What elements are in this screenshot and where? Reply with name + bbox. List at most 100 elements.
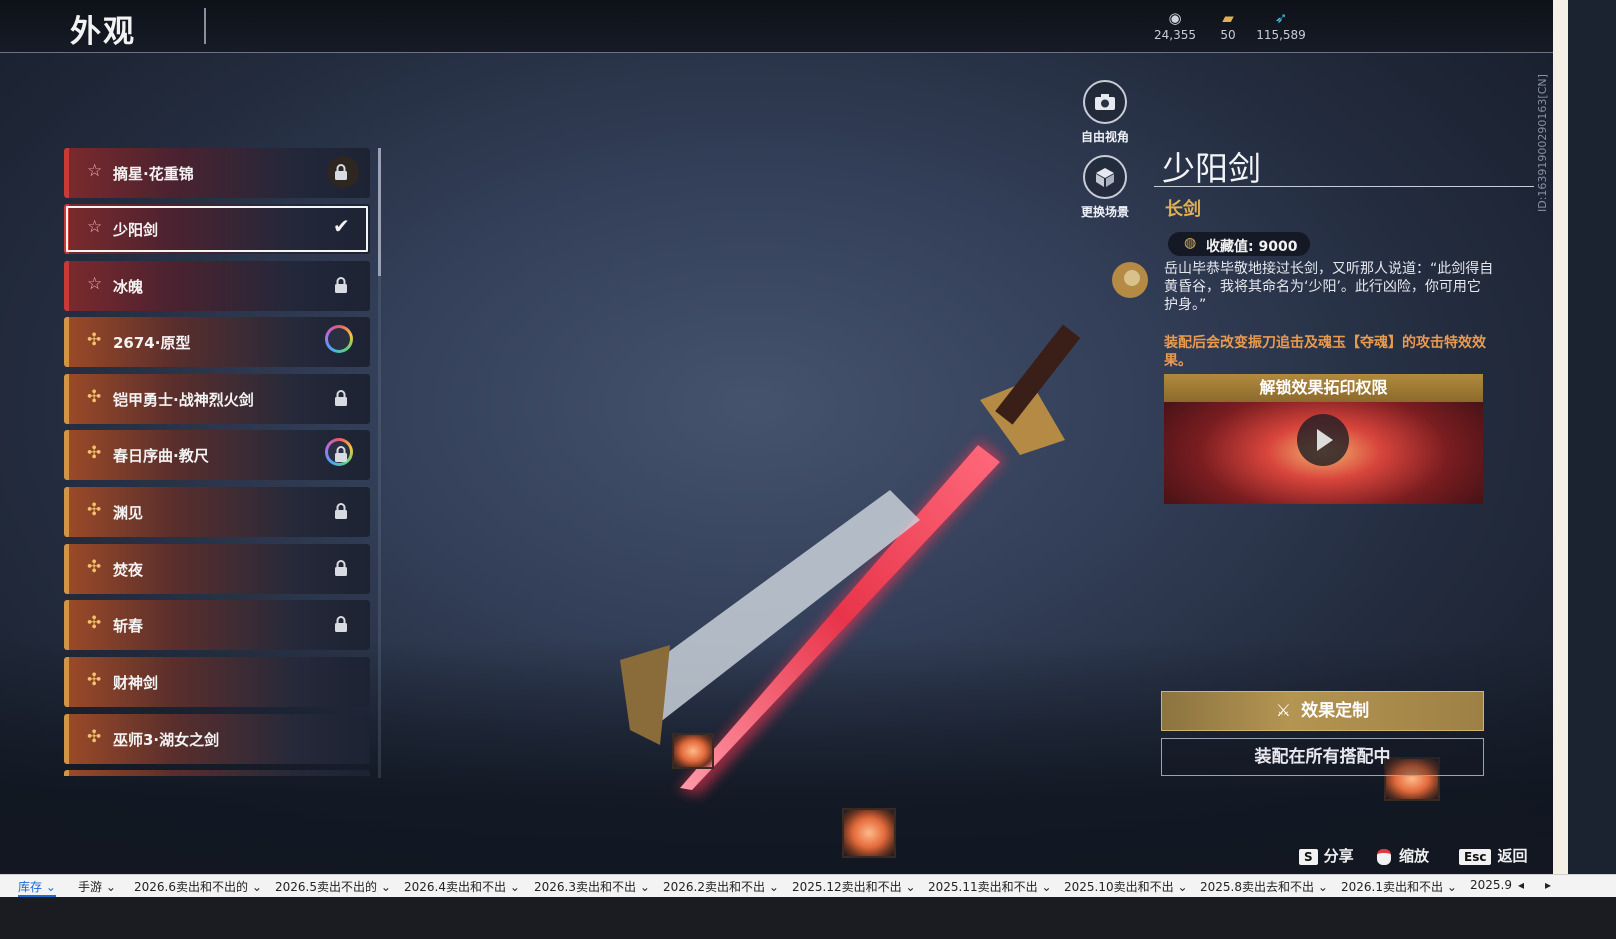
star-icon: ☆: [87, 274, 103, 294]
collection-value-badge: ◍ 收藏值: 9000: [1168, 232, 1310, 256]
currency-value: 50: [1220, 28, 1236, 42]
list-item[interactable]: ✣ 巫师3·湖女之剑: [64, 714, 370, 764]
cross-star-icon: ✣: [87, 557, 102, 577]
list-item-label: 渊见: [113, 504, 144, 522]
currency-feather: ➶ 115,589: [1256, 8, 1306, 42]
star-icon: ☆: [87, 161, 103, 181]
list-item-label: 铠甲勇士·战神烈火剑: [113, 391, 254, 409]
cross-star-icon: ✣: [87, 727, 102, 747]
back-hotkey[interactable]: Esc 返回: [1459, 845, 1527, 866]
list-item[interactable]: ✣ 焚夜: [64, 544, 370, 594]
cube-icon: [1083, 155, 1127, 199]
free-view-button[interactable]: 自由视角: [1075, 80, 1135, 145]
sheet-tab[interactable]: 2026.2卖出和不出 ⌄: [663, 878, 779, 895]
currency-coin: ◉ 24,355: [1152, 8, 1198, 42]
sheet-tab[interactable]: 2025.9: [1470, 878, 1512, 892]
item-name: 少阳剑: [1162, 149, 1261, 188]
name-divider: [1154, 186, 1534, 187]
change-scene-button[interactable]: 更换场景: [1075, 155, 1135, 220]
sword-illustration: [620, 262, 1148, 795]
background-window-strip: [1553, 0, 1568, 900]
list-item[interactable]: ✣ 2674·原型: [64, 317, 370, 367]
sheet-tab[interactable]: 2025.11卖出和不出 ⌄: [928, 878, 1052, 895]
page-title: 外观: [70, 14, 136, 50]
lock-icon: [335, 560, 347, 576]
effect-custom-label: 效果定制: [1301, 701, 1370, 721]
coin-icon: ◉: [1168, 9, 1182, 27]
item-type: 长剑: [1165, 199, 1201, 220]
sheet-tab[interactable]: 2025.12卖出和不出 ⌄: [792, 878, 916, 895]
hotkey-label: 返回: [1497, 847, 1528, 865]
lock-icon: [335, 446, 347, 462]
effect-custom-button[interactable]: ⚔ 效果定制: [1161, 691, 1484, 731]
list-item[interactable]: ☆ 冰魄: [64, 261, 370, 311]
sheet-tab[interactable]: 2025.10卖出和不出 ⌄: [1064, 878, 1188, 895]
list-item-partial[interactable]: [64, 770, 370, 776]
list-item-label: 少阳剑: [113, 221, 159, 239]
list-item[interactable]: ✣ 铠甲勇士·战神烈火剑: [64, 374, 370, 424]
list-scrollbar[interactable]: [378, 148, 381, 276]
sheet-tab[interactable]: 2026.5卖出不出的 ⌄: [275, 878, 391, 895]
key-cap: S: [1299, 849, 1318, 865]
share-hotkey[interactable]: S 分享: [1299, 845, 1354, 866]
sheet-tab[interactable]: 手游 ⌄: [78, 878, 116, 895]
list-item[interactable]: ☆ 摘星·花重锦: [64, 148, 370, 198]
sheet-tab[interactable]: 2026.6卖出和不出的 ⌄: [134, 878, 262, 895]
hotkey-label: 分享: [1323, 847, 1354, 865]
sheet-tab[interactable]: 2026.1卖出和不出 ⌄: [1341, 878, 1457, 895]
play-icon[interactable]: [1297, 414, 1349, 466]
mouse-icon: [1377, 848, 1391, 865]
cross-star-icon: ✣: [87, 443, 102, 463]
wand-icon: ⚔: [1275, 701, 1292, 721]
sheet-tab[interactable]: 库存 ⌄: [18, 878, 56, 897]
item-description: 岳山毕恭毕敬地接过长剑，又听那人说道：“此剑得自黄昏谷，我将其命名为‘少阳’。此…: [1164, 261, 1494, 313]
check-icon: ✔: [333, 214, 350, 238]
appearance-list: ☆ 摘星·花重锦 ☆ 少阳剑 ✔ ☆ 冰魄 ✣ 2674·原型 ✣ 铠甲勇士·战…: [64, 146, 374, 776]
list-item-label: 摘星·花重锦: [113, 165, 194, 183]
list-item[interactable]: ✣ 春日序曲·教尺: [64, 430, 370, 480]
camera-icon: [1083, 80, 1127, 124]
rainbow-ring-icon: [325, 325, 353, 353]
sheet-tab-bar: 库存 ⌄ 手游 ⌄ 2026.6卖出和不出的 ⌄ 2026.5卖出不出的 ⌄ 2…: [0, 874, 1616, 897]
effect-preview-video[interactable]: 解锁效果拓印权限: [1164, 374, 1483, 504]
list-item[interactable]: ✣ 渊见: [64, 487, 370, 537]
list-item-label: 财神剑: [113, 674, 159, 692]
lantern-decoration: [672, 733, 714, 769]
list-item-label: 斩春: [113, 617, 144, 635]
lock-icon: [335, 164, 347, 180]
cross-star-icon: ✣: [87, 330, 102, 350]
cross-star-icon: ✣: [87, 670, 102, 690]
cross-star-icon: ✣: [87, 613, 102, 633]
scroll-right-icon[interactable]: ▸: [1545, 878, 1551, 892]
os-taskbar: [0, 897, 1616, 939]
equip-all-button[interactable]: 装配在所有搭配中: [1161, 738, 1484, 776]
sheet-tab[interactable]: 2026.3卖出和不出 ⌄: [534, 878, 650, 895]
cross-star-icon: ✣: [87, 500, 102, 520]
lock-icon: [335, 503, 347, 519]
equip-all-label: 装配在所有搭配中: [1254, 747, 1391, 767]
zoom-hotkey[interactable]: 缩放: [1377, 845, 1429, 866]
sheet-tab[interactable]: 2025.8卖出去和不出 ⌄: [1200, 878, 1328, 895]
currency-ticket: ▰ 50: [1212, 8, 1244, 42]
list-item-selected[interactable]: ☆ 少阳剑 ✔: [64, 204, 370, 254]
sheet-tab[interactable]: 2026.4卖出和不出 ⌄: [404, 878, 520, 895]
list-item[interactable]: ✣ 斩春: [64, 600, 370, 650]
scroll-left-icon[interactable]: ◂: [1518, 878, 1524, 892]
lock-icon: [335, 277, 347, 293]
title-divider: [204, 8, 206, 44]
list-item-label: 春日序曲·教尺: [113, 447, 209, 465]
lock-icon: [335, 616, 347, 632]
collection-icon: ◍: [1184, 235, 1197, 251]
cross-star-icon: ✣: [87, 387, 102, 407]
video-header: 解锁效果拓印权限: [1164, 374, 1483, 402]
effect-note: 装配后会改变振刀追击及魂玉【夺魂】的攻击特效效果。: [1164, 335, 1486, 369]
star-icon: ☆: [87, 217, 103, 237]
hotkey-label: 缩放: [1399, 847, 1430, 865]
free-view-label: 自由视角: [1080, 130, 1129, 144]
lock-icon: [335, 390, 347, 406]
top-bar: 外观 ◉ 24,355 ▰ 50 ➶ 115,589: [0, 0, 1568, 53]
ticket-icon: ▰: [1222, 9, 1234, 27]
currency-value: 24,355: [1154, 28, 1196, 42]
key-cap: Esc: [1459, 849, 1492, 865]
list-item[interactable]: ✣ 财神剑: [64, 657, 370, 707]
